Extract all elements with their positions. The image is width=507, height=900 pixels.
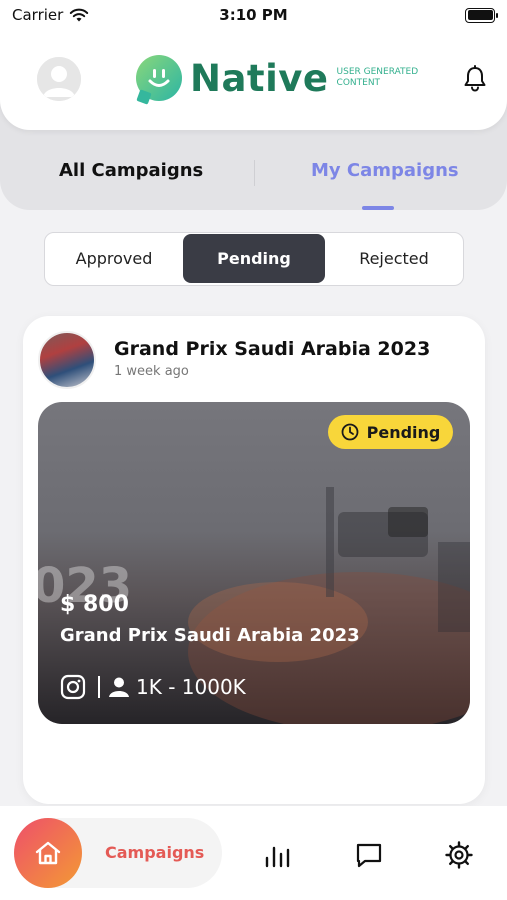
- campaign-price: $ 800: [60, 592, 129, 617]
- active-tab-indicator: [362, 206, 394, 210]
- bell-icon[interactable]: [460, 64, 490, 94]
- brand-logo: Native USER GENERATED CONTENT: [136, 55, 427, 101]
- logo-mark: [136, 55, 182, 101]
- filter-pending[interactable]: Pending: [183, 234, 325, 283]
- campaign-posted-time: 1 week ago: [114, 364, 189, 379]
- instagram-icon: [60, 674, 86, 700]
- home-button[interactable]: [14, 818, 82, 888]
- logo-tagline: USER GENERATED CONTENT: [336, 67, 419, 88]
- meta-divider: [98, 676, 100, 698]
- campaign-meta: 1K - 1000K: [60, 674, 246, 700]
- stats-icon[interactable]: [262, 840, 292, 870]
- user-avatar-icon: [37, 57, 81, 101]
- campaign-avatar: [38, 331, 96, 389]
- filter-approved[interactable]: Approved: [45, 233, 183, 284]
- chat-icon[interactable]: [354, 840, 384, 870]
- bottom-navigation: Campaigns: [0, 806, 507, 900]
- clock-icon: [341, 423, 359, 441]
- filter-rejected[interactable]: Rejected: [325, 233, 463, 284]
- media-title: Grand Prix Saudi Arabia 2023: [60, 625, 360, 646]
- wifi-icon: [70, 8, 89, 21]
- profile-avatar[interactable]: [37, 57, 81, 101]
- campaign-card[interactable]: Grand Prix Saudi Arabia 2023 1 week ago …: [23, 316, 485, 804]
- tab-all-campaigns[interactable]: All Campaigns: [59, 160, 203, 181]
- person-icon: [109, 677, 129, 697]
- status-left: Carrier: [12, 6, 89, 24]
- campaign-title: Grand Prix Saudi Arabia 2023: [114, 338, 431, 360]
- battery-icon: [465, 7, 498, 23]
- nav-label-campaigns[interactable]: Campaigns: [105, 843, 204, 862]
- carrier-label: Carrier: [12, 6, 64, 24]
- status-filter: Approved Pending Rejected: [44, 232, 464, 286]
- smile-icon: [148, 69, 170, 87]
- status-bar: Carrier 3:10 PM: [0, 0, 507, 30]
- logo-wordmark: Native: [190, 56, 329, 100]
- tab-my-campaigns[interactable]: My Campaigns: [311, 160, 459, 181]
- pending-status-badge: Pending: [328, 415, 453, 449]
- badge-label: Pending: [366, 422, 441, 442]
- campaign-media[interactable]: 023 Pending $ 800 Grand Prix Saudi Arabi…: [38, 402, 470, 724]
- settings-icon[interactable]: [444, 840, 474, 870]
- home-icon: [35, 841, 61, 865]
- followers-range: 1K - 1000K: [136, 675, 246, 699]
- tab-divider: [254, 160, 255, 186]
